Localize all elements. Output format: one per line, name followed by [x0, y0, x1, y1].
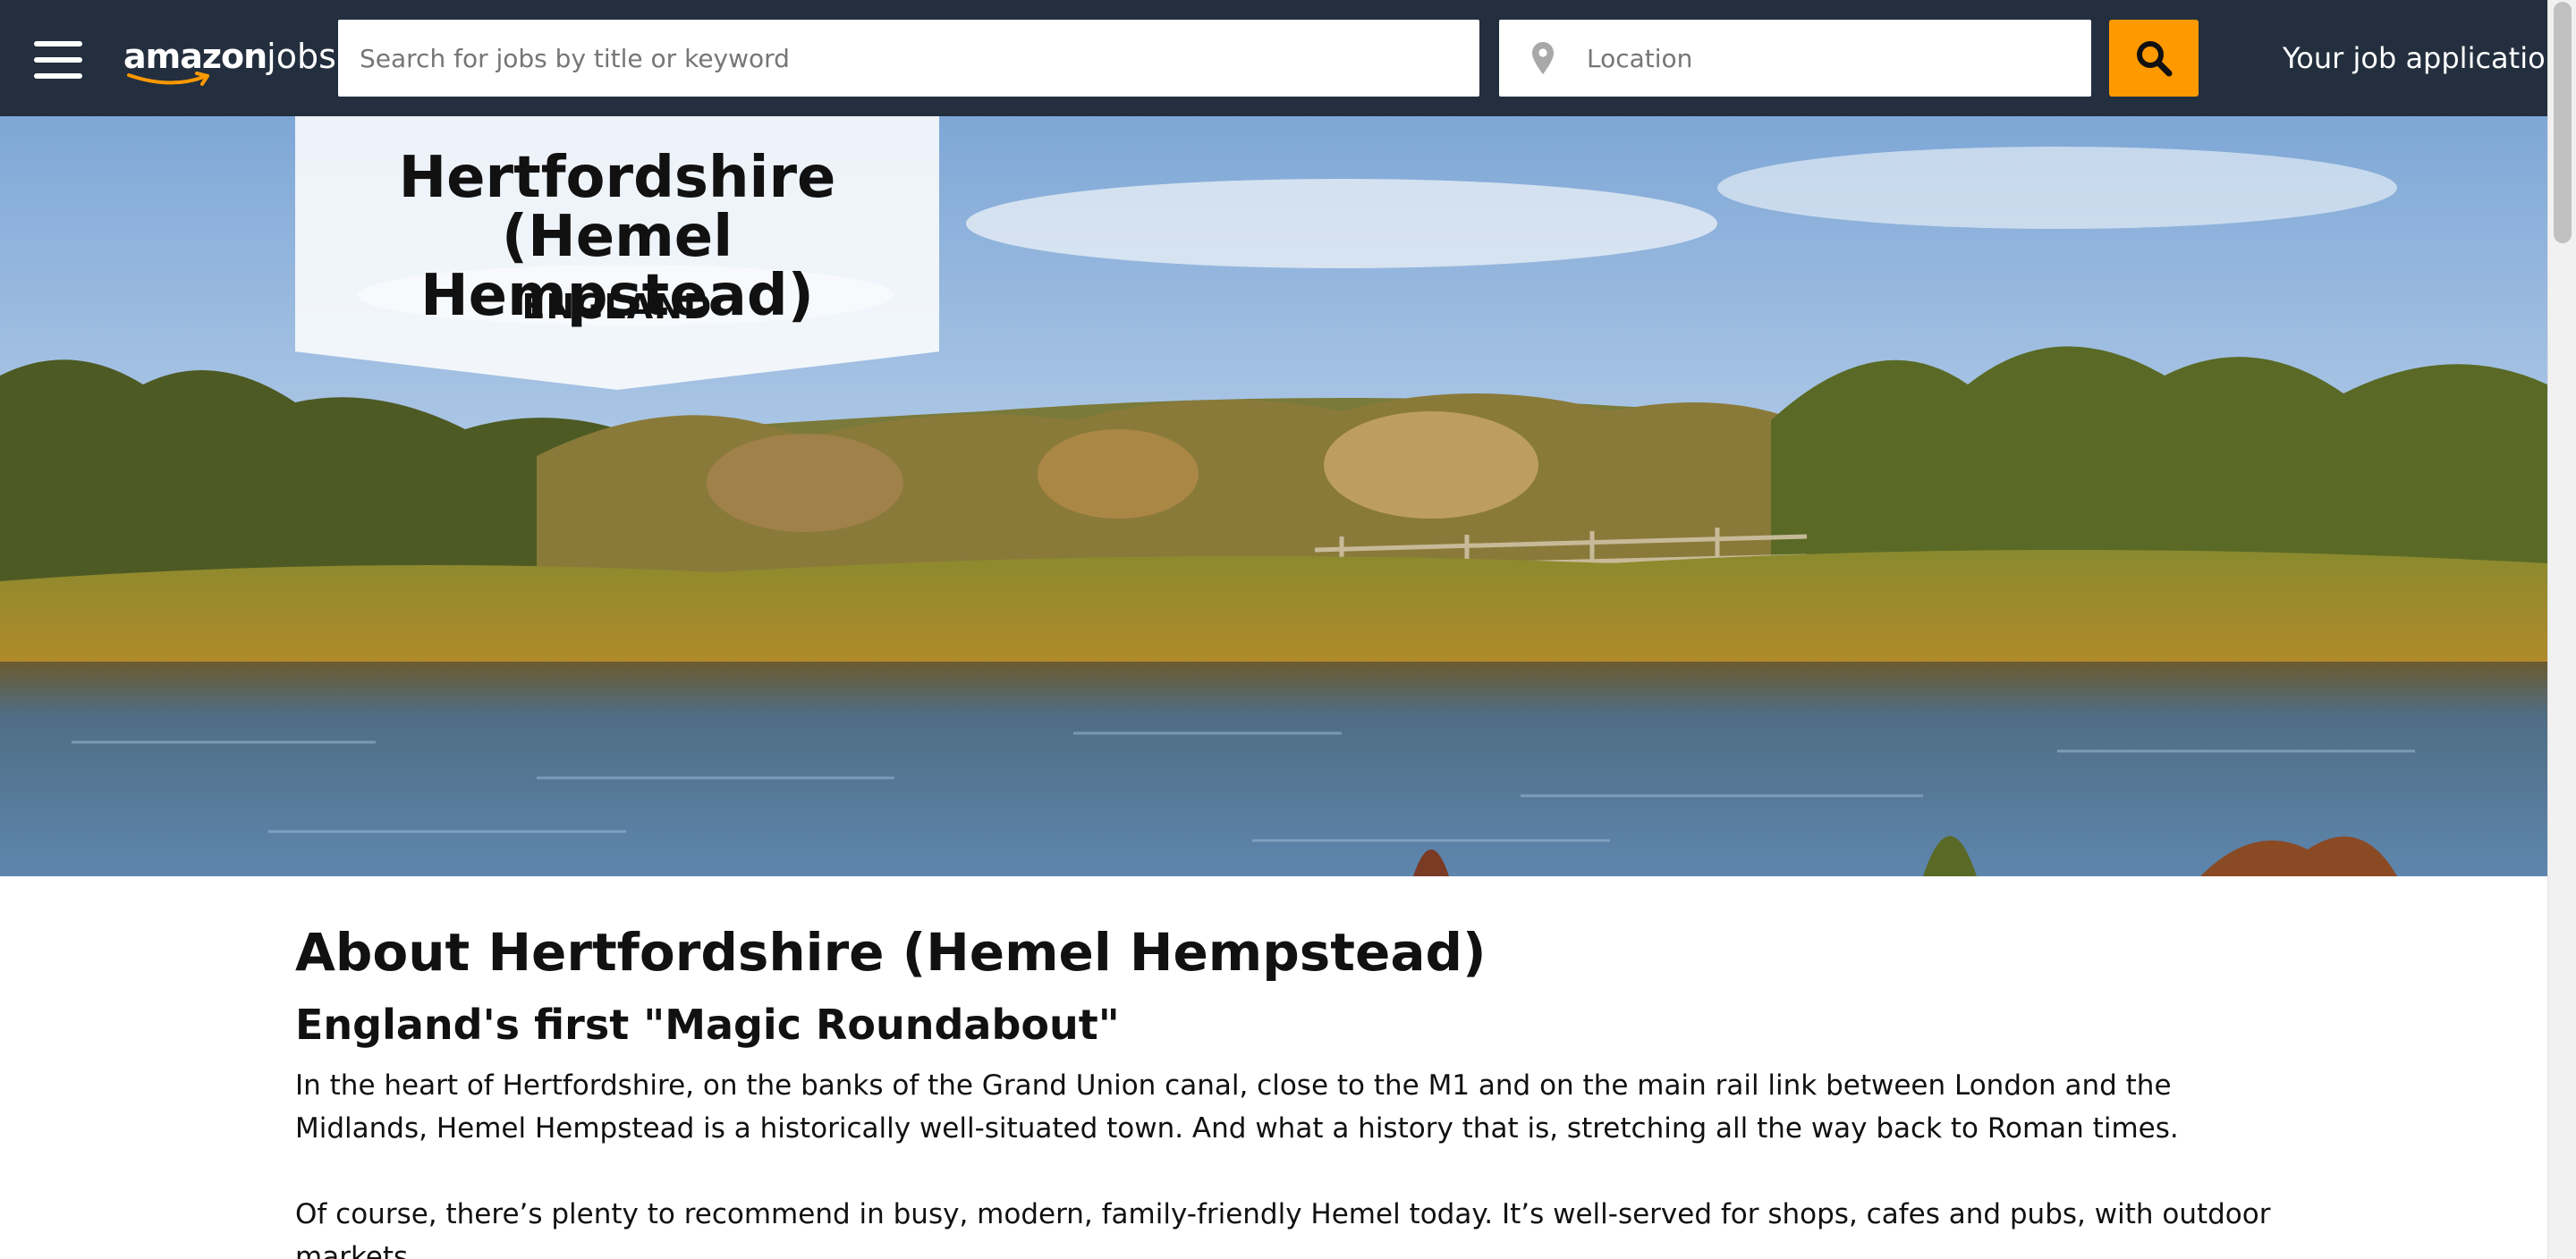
location-title-card: Hertfordshire (Hemel Hempstead) ENGLAND [295, 116, 939, 390]
logo-amazon-text: amazon [123, 37, 267, 76]
location-pin-icon [1532, 42, 1554, 74]
amazon-jobs-logo[interactable]: amazonjobs [123, 36, 336, 89]
search-icon [2137, 41, 2173, 77]
about-heading: About Hertfordshire (Hemel Hempstead) [295, 922, 1487, 983]
your-job-applications-link[interactable]: Your job application [2283, 36, 2563, 80]
location-input[interactable] [1499, 20, 2091, 97]
hero-banner: Hertfordshire (Hemel Hempstead) ENGLAND [0, 116, 2547, 876]
about-paragraph: In the heart of Hertfordshire, on the ba… [295, 1069, 2179, 1145]
page-scrollbar[interactable] [2547, 0, 2576, 1259]
top-navigation-bar: amazonjobs Your job application [0, 0, 2563, 116]
about-section: About Hertfordshire (Hemel Hempstead) En… [295, 921, 2299, 1259]
logo-smile-icon [127, 72, 209, 86]
job-search-input[interactable] [338, 20, 1479, 97]
location-country: ENGLAND [521, 287, 713, 326]
hamburger-menu-icon[interactable] [34, 41, 82, 79]
logo-jobs-text: jobs [267, 37, 336, 76]
about-paragraph: Of course, there’s plenty to recommend i… [295, 1198, 2271, 1259]
scrollbar-thumb[interactable] [2554, 2, 2572, 243]
job-search-field[interactable] [338, 20, 1479, 97]
about-subheading: England's first "Magic Roundabout" [295, 1001, 1120, 1049]
location-field[interactable] [1499, 20, 2091, 97]
search-button[interactable] [2109, 20, 2199, 97]
